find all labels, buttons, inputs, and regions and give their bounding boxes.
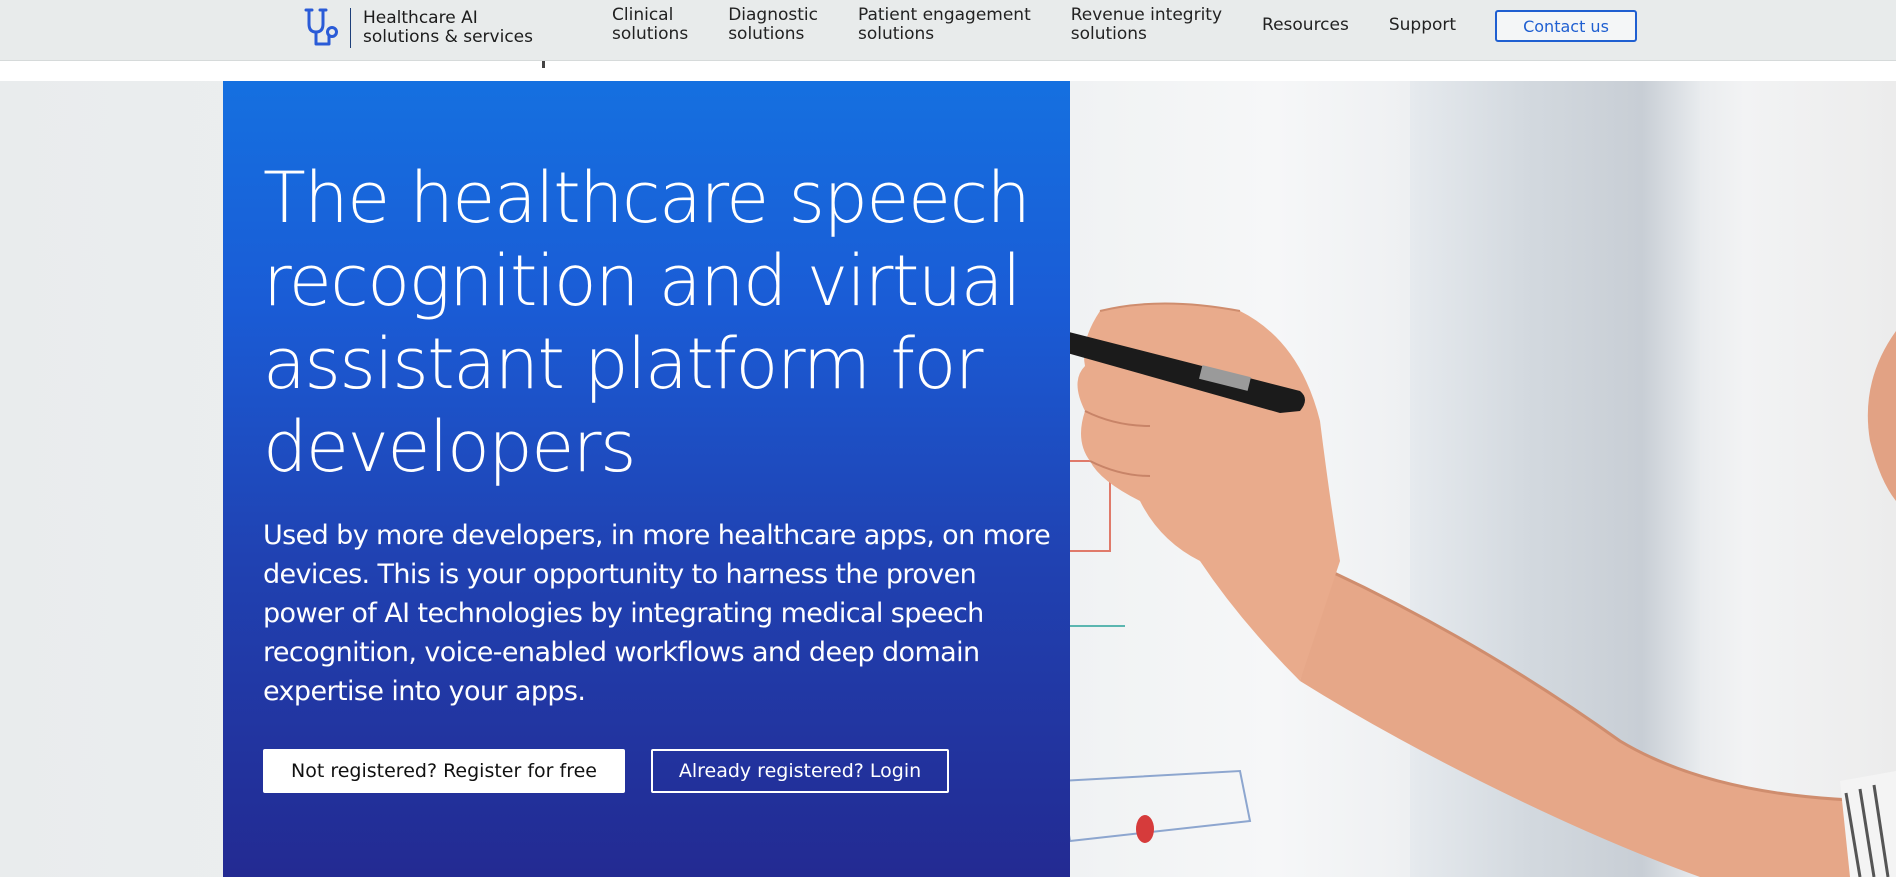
brand-name: Healthcare AI solutions & services [363, 9, 533, 47]
main-nav: Clinical solutions Diagnostic solutions … [612, 6, 1496, 52]
nav-item-label-line1: Patient engagement [857, 5, 1031, 25]
page: Healthcare AI solutions & services Clini… [0, 0, 1896, 877]
nav-item-label-line2: solutions [1070, 24, 1147, 44]
login-button[interactable]: Already registered? Login [651, 749, 949, 793]
nav-item-label-line2: solutions [612, 24, 689, 44]
nav-item-label: Support [1388, 15, 1457, 35]
nav-item-label-line1: Revenue integrity [1070, 5, 1223, 25]
sub-navigation-marker [542, 60, 545, 68]
nav-item-support[interactable]: Support [1389, 6, 1456, 35]
nav-item-clinical-solutions[interactable]: Clinical solutions [612, 6, 688, 44]
nav-item-diagnostic-solutions[interactable]: Diagnostic solutions [728, 6, 818, 44]
nav-item-label-line1: Diagnostic [728, 5, 818, 25]
nav-item-revenue-integrity-solutions[interactable]: Revenue integrity solutions [1071, 6, 1222, 44]
nav-item-label-line2: solutions [728, 24, 805, 44]
hero-panel: The healthcare speech recognition and vi… [223, 81, 1070, 877]
brand-name-line1: Healthcare AI [363, 8, 478, 28]
nav-item-resources[interactable]: Resources [1262, 6, 1349, 35]
stethoscope-icon [300, 5, 344, 51]
hero-description: Used by more developers, in more healthc… [263, 520, 1051, 707]
brand[interactable]: Healthcare AI solutions & services [300, 5, 533, 51]
nav-item-label-line2: solutions [857, 24, 935, 44]
nav-item-label: Resources [1262, 15, 1349, 35]
hero-title: The healthcare speech recognition and vi… [263, 157, 1031, 488]
brand-divider [350, 8, 351, 48]
contact-us-button[interactable]: Contact us [1495, 10, 1637, 42]
nav-item-patient-engagement-solutions[interactable]: Patient engagement solutions [858, 6, 1031, 44]
register-button[interactable]: Not registered? Register for free [263, 749, 625, 793]
sub-navigation-strip [0, 60, 1896, 81]
top-navigation-bar: Healthcare AI solutions & services Clini… [0, 0, 1896, 61]
brand-name-line2: solutions & services [363, 27, 533, 47]
nav-item-label-line1: Clinical [612, 5, 674, 25]
